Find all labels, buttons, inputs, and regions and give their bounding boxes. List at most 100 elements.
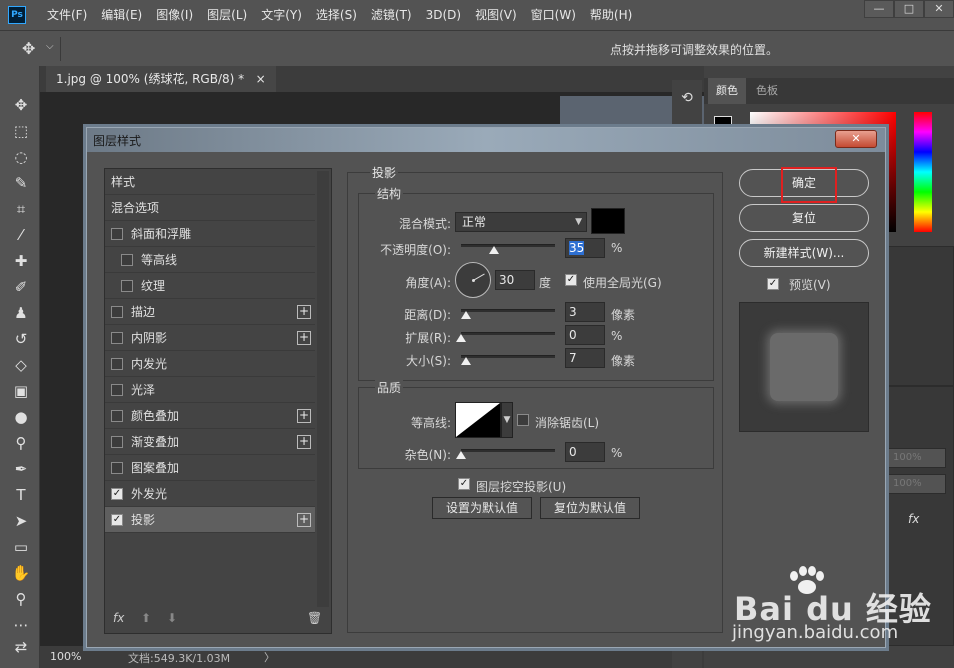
healing-icon[interactable]: ✚ <box>10 250 32 272</box>
brush-icon[interactable]: ✐ <box>10 276 32 298</box>
zoom-icon[interactable]: ⚲ <box>10 588 32 610</box>
lasso-icon[interactable]: ◌ <box>10 146 32 168</box>
window-close-button[interactable]: ✕ <box>924 0 954 18</box>
status-zoom[interactable]: 100% <box>50 650 81 663</box>
move-tool-icon[interactable]: ✥ <box>22 39 35 58</box>
reset-button[interactable]: 复位 <box>739 204 869 232</box>
set-default-button[interactable]: 设置为默认值 <box>432 497 532 519</box>
marquee-icon[interactable]: ⬚ <box>10 120 32 142</box>
dodge-icon[interactable]: ⚲ <box>10 432 32 454</box>
noise-slider-thumb[interactable] <box>456 451 466 459</box>
style-checkbox[interactable] <box>111 462 123 474</box>
dialog-close-button[interactable]: ✕ <box>835 130 877 148</box>
history-icon[interactable]: ⟲ <box>676 90 698 112</box>
menu-layer[interactable]: 图层(L) <box>200 0 254 30</box>
close-icon[interactable]: × <box>256 72 266 86</box>
style-checkbox[interactable] <box>121 280 133 292</box>
spread-slider[interactable] <box>461 332 555 335</box>
rectangle-icon[interactable]: ▭ <box>10 536 32 558</box>
style-list-item[interactable]: 光泽 <box>105 377 315 403</box>
add-effect-button[interactable]: + <box>297 513 311 527</box>
distance-input[interactable]: 3 <box>565 302 605 322</box>
type-icon[interactable]: T <box>10 484 32 506</box>
style-list-item[interactable]: 内发光 <box>105 351 315 377</box>
tab-color[interactable]: 颜色 <box>708 78 746 104</box>
menu-3d[interactable]: 3D(D) <box>419 0 468 30</box>
contour-dropdown[interactable]: ▼ <box>501 402 513 438</box>
menu-help[interactable]: 帮助(H) <box>583 0 639 30</box>
menu-type[interactable]: 文字(Y) <box>254 0 309 30</box>
noise-input[interactable]: 0 <box>565 442 605 462</box>
move-up-icon[interactable]: ⬆ <box>141 611 151 625</box>
style-list-item[interactable]: ✓ 外发光 <box>105 481 315 507</box>
preview-checkbox[interactable]: ✓ <box>767 278 779 290</box>
style-checkbox[interactable]: ✓ <box>111 488 123 500</box>
scrollbar[interactable] <box>317 171 329 607</box>
global-light-checkbox[interactable]: ✓ <box>565 274 577 286</box>
angle-dial[interactable] <box>455 262 491 298</box>
eraser-icon[interactable]: ◇ <box>10 354 32 376</box>
history-brush-icon[interactable]: ↺ <box>10 328 32 350</box>
menu-view[interactable]: 视图(V) <box>468 0 524 30</box>
opacity-slider-thumb[interactable] <box>488 246 499 254</box>
opacity-slider[interactable] <box>461 244 555 247</box>
size-slider-thumb[interactable] <box>461 357 471 365</box>
opacity-input[interactable]: 35 <box>565 238 605 258</box>
menu-file[interactable]: 文件(F) <box>40 0 94 30</box>
distance-slider-thumb[interactable] <box>461 311 471 319</box>
eyedropper-icon[interactable]: ⁄ <box>10 224 32 246</box>
fx-icon[interactable]: fx <box>113 611 124 625</box>
style-list-item[interactable]: 渐变叠加 + <box>105 429 315 455</box>
style-list-item[interactable]: 纹理 <box>105 273 315 299</box>
add-effect-button[interactable]: + <box>297 435 311 449</box>
spread-slider-thumb[interactable] <box>456 334 466 342</box>
pen-icon[interactable]: ✒ <box>10 458 32 480</box>
hue-slider[interactable] <box>914 112 932 232</box>
shadow-color-box[interactable] <box>591 208 625 234</box>
move-icon[interactable]: ✥ <box>10 94 32 116</box>
style-list-item[interactable]: 样式 <box>105 169 315 195</box>
menu-window[interactable]: 窗口(W) <box>524 0 583 30</box>
layer-fx-icon[interactable]: fx <box>908 512 919 526</box>
path-select-icon[interactable]: ➤ <box>10 510 32 532</box>
contour-picker[interactable] <box>455 402 501 438</box>
menu-filter[interactable]: 滤镜(T) <box>364 0 419 30</box>
blend-mode-select[interactable]: 正常 ▼ <box>455 212 587 232</box>
style-list-item[interactable]: 描边 + <box>105 299 315 325</box>
stamp-icon[interactable]: ♟ <box>10 302 32 324</box>
reset-default-button[interactable]: 复位为默认值 <box>540 497 640 519</box>
style-list-item[interactable]: 等高线 <box>105 247 315 273</box>
style-list-item[interactable]: 斜面和浮雕 <box>105 221 315 247</box>
fill-field[interactable]: 100% <box>888 474 946 494</box>
menu-image[interactable]: 图像(I) <box>149 0 200 30</box>
style-list-item[interactable]: 图案叠加 <box>105 455 315 481</box>
add-effect-button[interactable]: + <box>297 409 311 423</box>
size-input[interactable]: 7 <box>565 348 605 368</box>
style-checkbox[interactable] <box>111 436 123 448</box>
opacity-field[interactable]: 100% <box>888 448 946 468</box>
antialias-checkbox[interactable] <box>517 414 529 426</box>
swap-colors-icon[interactable]: ⇄ <box>10 636 32 658</box>
style-checkbox[interactable] <box>111 410 123 422</box>
blur-icon[interactable]: ● <box>10 406 32 428</box>
crop-icon[interactable]: ⌗ <box>10 198 32 220</box>
maximize-button[interactable]: □ <box>894 0 924 18</box>
style-checkbox[interactable] <box>111 306 123 318</box>
style-checkbox[interactable] <box>111 228 123 240</box>
style-checkbox[interactable] <box>111 384 123 396</box>
chevron-down-icon[interactable]: ⌵ <box>46 41 54 52</box>
gradient-icon[interactable]: ▣ <box>10 380 32 402</box>
distance-slider[interactable] <box>461 309 555 312</box>
status-arrow-icon[interactable]: 〉 <box>264 649 275 665</box>
size-slider[interactable] <box>461 355 555 358</box>
knockout-checkbox[interactable]: ✓ <box>458 478 470 490</box>
style-list-item[interactable]: 颜色叠加 + <box>105 403 315 429</box>
quick-select-icon[interactable]: ✎ <box>10 172 32 194</box>
style-checkbox[interactable] <box>111 332 123 344</box>
style-list-item[interactable]: 混合选项 <box>105 195 315 221</box>
angle-input[interactable]: 30 <box>495 270 535 290</box>
more-tools-icon[interactable]: ⋯ <box>10 614 32 636</box>
move-down-icon[interactable]: ⬇ <box>167 611 177 625</box>
style-checkbox[interactable] <box>111 358 123 370</box>
style-checkbox[interactable] <box>121 254 133 266</box>
